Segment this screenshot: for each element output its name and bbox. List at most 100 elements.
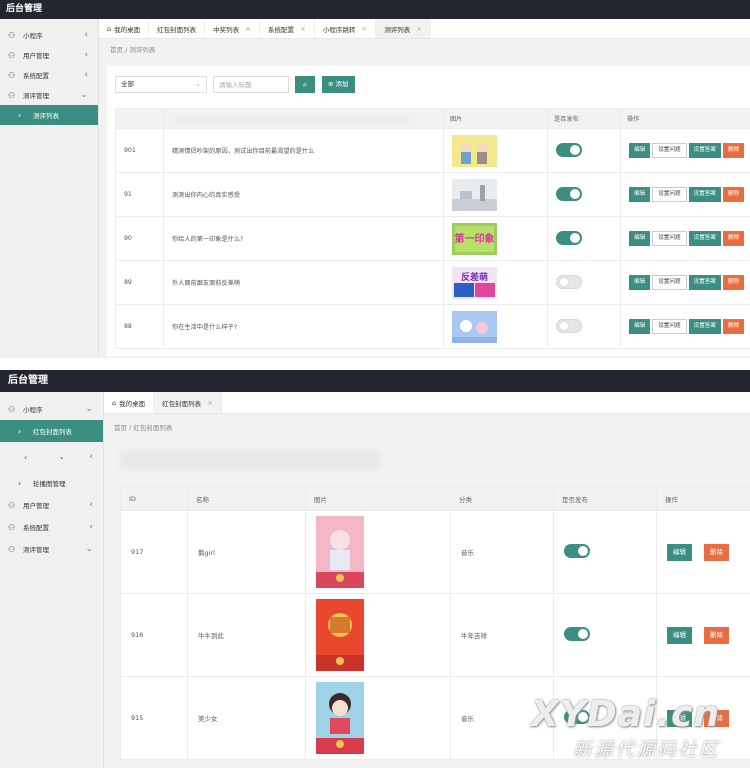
row-category: 音乐 [450,676,554,760]
close-icon[interactable]: × [245,25,251,33]
column-header[interactable]: 分类 [450,486,554,511]
set-question-button[interactable]: 设置问题 [652,275,687,290]
tab-desktop[interactable]: ⌂ 我的桌面 [99,19,150,38]
delete-button[interactable]: 删除 [722,143,745,158]
delete-button[interactable]: 删除 [722,231,745,246]
edit-button[interactable]: 编辑 [629,231,651,246]
column-header[interactable]: 图片 [443,108,548,129]
tab-miniprogram-jump[interactable]: 小程序跳转 × [315,19,377,38]
home-icon: ⌂ [112,398,117,407]
set-question-button[interactable]: 设置问题 [652,187,687,202]
sidebar-item-evaluation[interactable]: ⚇ 测评管理 ⌄ [0,85,98,105]
search-button[interactable]: ⌕ [295,76,315,93]
column-header[interactable] [115,108,164,129]
delete-button[interactable]: 删除 [722,187,745,202]
actions-cell: 编辑 设置问题 设置答案 删除 [620,260,750,305]
image-text: 第一印象 [455,232,495,245]
column-header[interactable]: 名称 [187,486,306,511]
set-question-button[interactable]: 设置问题 [652,143,687,158]
chevron-left-icon: ‹ [89,522,93,532]
publish-toggle[interactable] [564,627,590,641]
sidebar-item-system[interactable]: ⚇ 系统配置 ‹ [0,516,103,538]
publish-toggle[interactable] [556,274,582,289]
row-category: 音乐 [450,510,554,594]
sidebar-item-users[interactable]: ⚇ 用户管理 ‹ [0,45,98,65]
actions-cell: 编辑 设置问题 设置答案 删除 [620,216,750,261]
publish-toggle[interactable] [556,186,582,201]
sidebar-item-redpacket-covers[interactable]: › 红包封面列表 [0,420,103,442]
actions-cell: 编辑 设置问题 设置答案 删除 [620,128,750,173]
set-question-button[interactable]: 设置问题 [652,319,687,334]
publish-toggle[interactable] [556,142,582,157]
set-question-button[interactable]: 设置问题 [652,231,687,246]
tab-label: 系统配置 [268,25,295,34]
tab-redpacket-covers[interactable]: 红包封面列表 [149,19,206,38]
edit-button[interactable]: 编辑 [667,626,692,644]
tab-label: 中奖列表 [213,25,240,34]
sidebar-item-evaluation[interactable]: ⚇ 测评管理 ⌄ [0,538,103,560]
chevron-down-icon: ⌄ [85,544,93,554]
app-title: 后台管理 [0,0,750,19]
edit-button[interactable]: 编辑 [629,143,651,158]
arrow-icon: › [18,478,22,488]
sidebar-item-evaluation-list[interactable]: › 测评列表 [0,105,98,125]
edit-button[interactable]: 编辑 [667,709,692,727]
edit-button[interactable]: 编辑 [667,543,692,561]
tab-system[interactable]: 系统配置 × [260,19,315,38]
set-answer-button[interactable]: 设置答案 [688,143,721,158]
publish-toggle[interactable] [564,544,590,558]
delete-button[interactable]: 删除 [704,626,729,644]
column-header[interactable]: 是否发布 [553,486,657,511]
close-icon[interactable]: × [300,25,306,33]
column-header[interactable]: 操作 [656,486,750,511]
publish-cell [547,172,621,217]
sidebar-item-carousel[interactable]: › 轮播图管理 [0,472,103,494]
actions-cell: 编辑 删除 [656,510,750,594]
edit-button[interactable]: 编辑 [629,275,651,290]
close-icon[interactable]: × [207,399,213,407]
chevron-down-icon: ⌄ [80,90,88,100]
publish-toggle[interactable] [564,710,590,724]
table-row: 90 你给人的第一印象是什么? 第一印象 编辑 设置问题 设置答案 删除 [115,216,750,261]
add-button[interactable]: ⊕ 添加 [322,76,355,93]
table-row: 91 测测出你内心的真实感受 编辑 设置问题 设置答案 删除 [115,172,750,217]
tab-evaluation-list[interactable]: 测评列表 × [376,19,432,38]
set-answer-button[interactable]: 设置答案 [688,275,721,290]
chevron-left-icon: ‹ [84,30,88,40]
delete-button[interactable]: 删除 [722,275,745,290]
sidebar-item-system[interactable]: ⚇ 系统配置 ‹ [0,65,98,85]
row-image-cell [305,510,451,594]
publish-toggle[interactable] [556,318,582,333]
evaluation-table: 图片 是否发布 操作 901 猜测情侣吵架的原因，测试出你目前最渴望的是什么 编… [115,108,750,349]
user-icon: ⚇ [8,404,16,414]
set-answer-button[interactable]: 设置答案 [688,319,721,334]
sidebar-item-label: 测评列表 [33,112,59,120]
search-input[interactable] [213,76,289,93]
set-answer-button[interactable]: 设置答案 [688,187,721,202]
publish-toggle[interactable] [556,230,582,245]
column-header[interactable]: 操作 [620,108,750,129]
tab-winners[interactable]: 中奖列表 × [205,19,261,38]
delete-button[interactable]: 删除 [722,319,745,334]
tab-label: 我的桌面 [114,25,141,34]
chevron-left-icon: ‹ [89,452,93,462]
column-header[interactable]: 是否发布 [547,108,621,129]
column-header[interactable]: 图片 [305,486,451,511]
row-image-cell [305,593,451,677]
sidebar-item-miniprogram[interactable]: ⚇ 小程序 ⌄ [0,398,103,420]
set-answer-button[interactable]: 设置答案 [688,231,721,246]
tab-desktop[interactable]: ⌂ 我的桌面 [104,392,155,413]
delete-button[interactable]: 删除 [704,543,729,561]
edit-button[interactable]: 编辑 [629,319,651,334]
close-icon[interactable]: × [361,25,367,33]
sidebar-item-miniprogram[interactable]: ⚇ 小程序 ‹ [0,25,98,45]
column-header[interactable]: ID [120,486,188,511]
close-icon[interactable]: × [416,25,422,33]
status-select[interactable]: 全部 ⌄ [115,76,207,93]
sidebar-item-collapsed[interactable]: ‹ ⌄ ‹ [0,442,103,472]
sidebar-item-users[interactable]: ⚇ 用户管理 ‹ [0,494,103,516]
edit-button[interactable]: 编辑 [629,187,651,202]
publish-cell [547,304,621,349]
delete-button[interactable]: 删除 [704,709,729,727]
tab-redpacket-covers[interactable]: 红包封面列表 × [154,392,223,413]
